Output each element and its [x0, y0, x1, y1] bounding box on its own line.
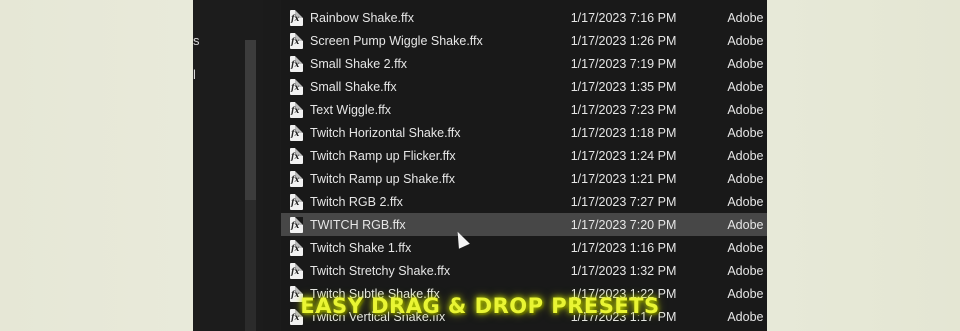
file-type: Adobe [727, 56, 764, 71]
file-type: Adobe [727, 240, 764, 255]
file-name: Screen Pump Wiggle Shake.ffx [310, 33, 483, 48]
ffx-icon-glyph: fx [291, 35, 300, 46]
file-type: Adobe [727, 171, 764, 186]
ffx-icon-glyph: fx [291, 150, 300, 161]
file-type: Adobe [727, 79, 764, 94]
file-type: Adobe [727, 125, 764, 140]
file-row[interactable]: fx Screen Pump Wiggle Shake.ffx 1/17/2023 … [281, 29, 767, 52]
ffx-icon-glyph: fx [291, 127, 300, 138]
ffx-file-icon: fx [290, 147, 303, 164]
file-type: Adobe [727, 263, 764, 278]
ffx-file-icon: fx [290, 101, 303, 118]
file-name: Twitch Shake 1.ffx [310, 240, 412, 255]
file-type: Adobe [727, 10, 764, 25]
file-row[interactable]: fx Rainbow Shake.ffx 1/17/2023 7:16 PM Adob… [281, 6, 767, 29]
ffx-icon-glyph: fx [291, 58, 300, 69]
ffx-icon-glyph: fx [291, 81, 300, 92]
file-row[interactable]: fx Twitch Ramp up Flicker.ffx 1/17/2023 1:… [281, 144, 767, 167]
ffx-icon-glyph: fx [291, 173, 300, 184]
file-date-modified: 1/17/2023 7:16 PM [570, 10, 677, 25]
file-explorer-window: s l fx Rainbow Shake.ffx 1/17/2023 7:16 PM… [193, 0, 767, 331]
navigation-pane: s l [193, 0, 263, 331]
file-date-modified: 1/17/2023 1:32 PM [570, 263, 677, 278]
ffx-icon-glyph: fx [291, 196, 300, 207]
file-date-modified: 1/17/2023 1:16 PM [570, 240, 677, 255]
file-row[interactable]: fx Twitch Ramp up Shake.ffx 1/17/2023 1:21… [281, 167, 767, 190]
file-date-modified: 1/17/2023 7:20 PM [570, 217, 677, 232]
file-name: Twitch Ramp up Flicker.ffx [310, 148, 456, 163]
file-name: Twitch Ramp up Shake.ffx [310, 171, 455, 186]
file-type: Adobe [727, 309, 764, 324]
ffx-file-icon: fx [290, 216, 303, 233]
ffx-file-icon: fx [290, 239, 303, 256]
file-type: Adobe [727, 217, 764, 232]
ffx-icon-glyph: fx [291, 265, 300, 276]
file-type: Adobe [727, 33, 764, 48]
ffx-icon-glyph: fx [291, 104, 300, 115]
file-name: Twitch Stretchy Shake.ffx [310, 263, 451, 278]
file-type: Adobe [727, 148, 764, 163]
file-name: Small Shake.ffx [310, 79, 397, 94]
promo-caption: EASY DRAG & DROP PRESETS [300, 294, 660, 318]
file-row[interactable]: fx Twitch Shake 1.ffx 1/17/2023 1:16 PM Ado… [281, 236, 767, 259]
file-date-modified: 1/17/2023 1:26 PM [570, 33, 677, 48]
ffx-icon-glyph: fx [291, 219, 300, 230]
file-row[interactable]: fx TWITCH RGB.ffx 1/17/2023 7:20 PM Adobe [281, 213, 767, 236]
file-date-modified: 1/17/2023 1:24 PM [570, 148, 677, 163]
file-date-modified: 1/17/2023 7:19 PM [570, 56, 677, 71]
ffx-file-icon: fx [290, 262, 303, 279]
file-name: TWITCH RGB.ffx [310, 217, 406, 232]
nav-scrollbar-thumb[interactable] [245, 40, 256, 200]
file-date-modified: 1/17/2023 1:21 PM [570, 171, 677, 186]
file-date-modified: 1/17/2023 7:27 PM [570, 194, 677, 209]
ffx-icon-glyph: fx [291, 311, 300, 322]
ffx-icon-glyph: fx [291, 242, 300, 253]
ffx-file-icon: fx [290, 193, 303, 210]
file-name: Twitch RGB 2.ffx [310, 194, 403, 209]
file-name: Twitch Horizontal Shake.ffx [310, 125, 461, 140]
file-type: Adobe [727, 194, 764, 209]
ffx-icon-glyph: fx [291, 288, 300, 299]
file-date-modified: 1/17/2023 1:35 PM [570, 79, 677, 94]
file-row[interactable]: fx Twitch Horizontal Shake.ffx 1/17/2023 1… [281, 121, 767, 144]
nav-item[interactable]: s [193, 33, 200, 48]
ffx-file-icon: fx [290, 78, 303, 95]
file-date-modified: 1/17/2023 1:18 PM [570, 125, 677, 140]
ffx-file-icon: fx [290, 9, 303, 26]
file-row[interactable]: fx Twitch Stretchy Shake.ffx 1/17/2023 1:3… [281, 259, 767, 282]
ffx-file-icon: fx [290, 170, 303, 187]
file-row[interactable]: fx Small Shake.ffx 1/17/2023 1:35 PM Adobe [281, 75, 767, 98]
file-name: Small Shake 2.ffx [310, 56, 408, 71]
ffx-file-icon: fx [290, 124, 303, 141]
file-row[interactable]: fx Text Wiggle.ffx 1/17/2023 7:23 PM Adobe [281, 98, 767, 121]
ffx-file-icon: fx [290, 55, 303, 72]
file-row[interactable]: fx Small Shake 2.ffx 1/17/2023 7:19 PM Adob… [281, 52, 767, 75]
file-type: Adobe [727, 286, 764, 301]
file-list: fx Rainbow Shake.ffx 1/17/2023 7:16 PM Adob… [281, 0, 767, 331]
ffx-file-icon: fx [290, 32, 303, 49]
ffx-icon-glyph: fx [291, 12, 300, 23]
file-row[interactable]: fx Twitch RGB 2.ffx 1/17/2023 7:27 PM Adobe [281, 190, 767, 213]
nav-scrollbar[interactable] [245, 40, 256, 331]
file-type: Adobe [727, 102, 764, 117]
file-name: Text Wiggle.ffx [310, 102, 392, 117]
file-name: Rainbow Shake.ffx [310, 10, 414, 25]
file-date-modified: 1/17/2023 7:23 PM [570, 102, 677, 117]
nav-item[interactable]: l [193, 67, 196, 82]
